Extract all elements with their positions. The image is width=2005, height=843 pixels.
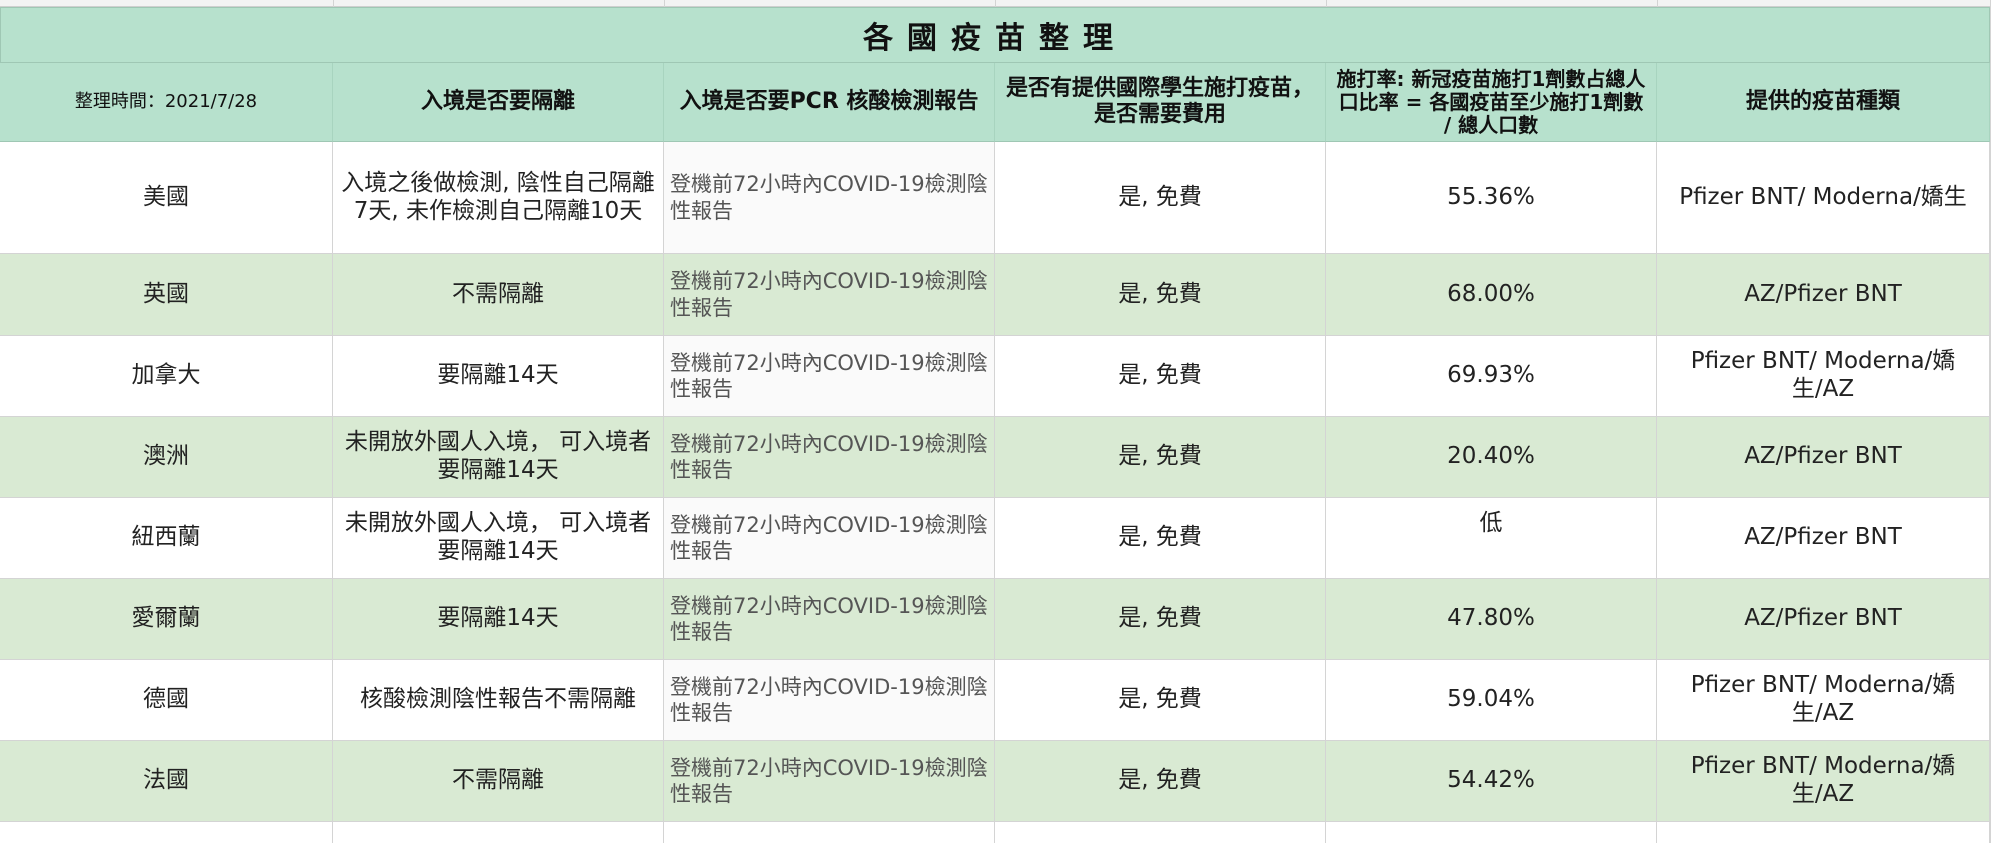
cell-pcr[interactable]: 登機前72小時內COVID-19檢測陰性報告 — [664, 142, 995, 254]
cell-pcr[interactable]: 登機前72小時內COVID-19檢測陰性報告 — [664, 336, 995, 417]
header-cell-vaccination-rate[interactable]: 施打率: 新冠疫苗施打1劑數占總人口比率 = 各國疫苗至少施打1劑數 / 總人口… — [1326, 63, 1657, 142]
header-cell-quarantine[interactable]: 入境是否要隔離 — [333, 63, 664, 142]
cell-vaccine-types[interactable]: Pfizer BNT/ Moderna/嬌生/AZ — [1657, 336, 1990, 417]
cell-vaccine-types[interactable]: AZ/Pfizer BNT — [1657, 417, 1990, 498]
cell-quarantine[interactable]: 未開放外國人入境， 可入境者要隔離14天 — [333, 498, 664, 579]
cell-quarantine[interactable]: 核酸檢測陰性報告不需隔離 — [333, 660, 664, 741]
cell-vaccine-types[interactable]: AZ/Pfizer BNT — [1657, 579, 1990, 660]
cell-vaccination-rate[interactable]: 20.40% — [1326, 417, 1657, 498]
cell-student-vaccine[interactable]: 是, 免費 — [995, 417, 1326, 498]
header-cell-student-vaccine[interactable]: 是否有提供國際學生施打疫苗，是否需要費用 — [995, 63, 1326, 142]
cell-student-vaccine[interactable]: 是, 免費 — [995, 142, 1326, 254]
cell-vaccination-rate[interactable]: 68.00% — [1326, 254, 1657, 336]
cell-student-vaccine[interactable]: 是, 免費 — [995, 660, 1326, 741]
cell-country[interactable]: 紐西蘭 — [0, 498, 333, 579]
sheet-title: 各國疫苗整理 — [863, 21, 1127, 56]
empty-cell[interactable] — [1326, 822, 1657, 843]
cell-student-vaccine[interactable]: 是, 免費 — [995, 336, 1326, 417]
empty-cell[interactable] — [664, 822, 995, 843]
table-row: 英國 不需隔離 登機前72小時內COVID-19檢測陰性報告 是, 免費 68.… — [0, 254, 1990, 336]
empty-cell[interactable] — [995, 822, 1326, 843]
header-cell-date[interactable]: 整理時間：2021/7/28 — [0, 63, 333, 142]
cell-quarantine[interactable]: 要隔離14天 — [333, 336, 664, 417]
cell-student-vaccine[interactable]: 是, 免費 — [995, 579, 1326, 660]
header-cell-vaccine-types[interactable]: 提供的疫苗種類 — [1657, 63, 1990, 142]
table-row: 加拿大 要隔離14天 登機前72小時內COVID-19檢測陰性報告 是, 免費 … — [0, 336, 1990, 417]
cell-vaccination-rate[interactable]: 低 — [1326, 498, 1657, 579]
cell-student-vaccine[interactable]: 是, 免費 — [995, 254, 1326, 336]
cell-vaccine-types[interactable]: Pfizer BNT/ Moderna/嬌生/AZ — [1657, 660, 1990, 741]
cell-country[interactable]: 美國 — [0, 142, 333, 254]
table-row: 法國 不需隔離 登機前72小時內COVID-19檢測陰性報告 是, 免費 54.… — [0, 741, 1990, 822]
cell-vaccine-types[interactable]: AZ/Pfizer BNT — [1657, 498, 1990, 579]
header-row: 整理時間：2021/7/28 入境是否要隔離 入境是否要PCR 核酸檢測報告 是… — [0, 63, 1990, 142]
frozen-header-strip — [0, 0, 2005, 7]
next-table-row-partial — [0, 822, 1990, 843]
table-row: 美國 入境之後做檢測, 陰性自己隔離7天, 未作檢測自己隔離10天 登機前72小… — [0, 142, 1990, 254]
cell-country[interactable]: 英國 — [0, 254, 333, 336]
cell-vaccine-types[interactable]: AZ/Pfizer BNT — [1657, 254, 1990, 336]
cell-country[interactable]: 愛爾蘭 — [0, 579, 333, 660]
empty-cell[interactable] — [333, 822, 664, 843]
merged-title-cell[interactable]: 各國疫苗整理 — [0, 7, 1990, 63]
cell-student-vaccine[interactable]: 是, 免費 — [995, 741, 1326, 822]
cell-country[interactable]: 澳洲 — [0, 417, 333, 498]
cell-vaccination-rate[interactable]: 69.93% — [1326, 336, 1657, 417]
cell-country[interactable]: 德國 — [0, 660, 333, 741]
table-row: 愛爾蘭 要隔離14天 登機前72小時內COVID-19檢測陰性報告 是, 免費 … — [0, 579, 1990, 660]
cell-pcr[interactable]: 登機前72小時內COVID-19檢測陰性報告 — [664, 254, 995, 336]
cell-quarantine[interactable]: 要隔離14天 — [333, 579, 664, 660]
cell-pcr[interactable]: 登機前72小時內COVID-19檢測陰性報告 — [664, 741, 995, 822]
spreadsheet-grid: 各國疫苗整理 整理時間：2021/7/28 入境是否要隔離 入境是否要PCR 核… — [0, 0, 2005, 843]
cell-country[interactable]: 法國 — [0, 741, 333, 822]
table-row: 紐西蘭 未開放外國人入境， 可入境者要隔離14天 登機前72小時內COVID-1… — [0, 498, 1990, 579]
cell-vaccination-rate[interactable]: 54.42% — [1326, 741, 1657, 822]
cell-vaccination-rate[interactable]: 55.36% — [1326, 142, 1657, 254]
cell-country[interactable]: 加拿大 — [0, 336, 333, 417]
cell-pcr[interactable]: 登機前72小時內COVID-19檢測陰性報告 — [664, 579, 995, 660]
empty-cell[interactable] — [0, 822, 333, 843]
cell-vaccine-types[interactable]: Pfizer BNT/ Moderna/嬌生/AZ — [1657, 741, 1990, 822]
table-row: 德國 核酸檢測陰性報告不需隔離 登機前72小時內COVID-19檢測陰性報告 是… — [0, 660, 1990, 741]
next-column-edge — [1990, 0, 2005, 843]
cell-vaccination-rate[interactable]: 59.04% — [1326, 660, 1657, 741]
cell-pcr[interactable]: 登機前72小時內COVID-19檢測陰性報告 — [664, 498, 995, 579]
cell-vaccine-types[interactable]: Pfizer BNT/ Moderna/嬌生 — [1657, 142, 1990, 254]
cell-student-vaccine[interactable]: 是, 免費 — [995, 498, 1326, 579]
cell-quarantine[interactable]: 不需隔離 — [333, 741, 664, 822]
table-row: 澳洲 未開放外國人入境， 可入境者要隔離14天 登機前72小時內COVID-19… — [0, 417, 1990, 498]
cell-pcr[interactable]: 登機前72小時內COVID-19檢測陰性報告 — [664, 660, 995, 741]
cell-quarantine[interactable]: 未開放外國人入境， 可入境者要隔離14天 — [333, 417, 664, 498]
cell-vaccination-rate[interactable]: 47.80% — [1326, 579, 1657, 660]
cell-quarantine[interactable]: 入境之後做檢測, 陰性自己隔離7天, 未作檢測自己隔離10天 — [333, 142, 664, 254]
cell-pcr[interactable]: 登機前72小時內COVID-19檢測陰性報告 — [664, 417, 995, 498]
empty-cell[interactable] — [1657, 822, 1990, 843]
cell-quarantine[interactable]: 不需隔離 — [333, 254, 664, 336]
header-cell-pcr[interactable]: 入境是否要PCR 核酸檢測報告 — [664, 63, 995, 142]
